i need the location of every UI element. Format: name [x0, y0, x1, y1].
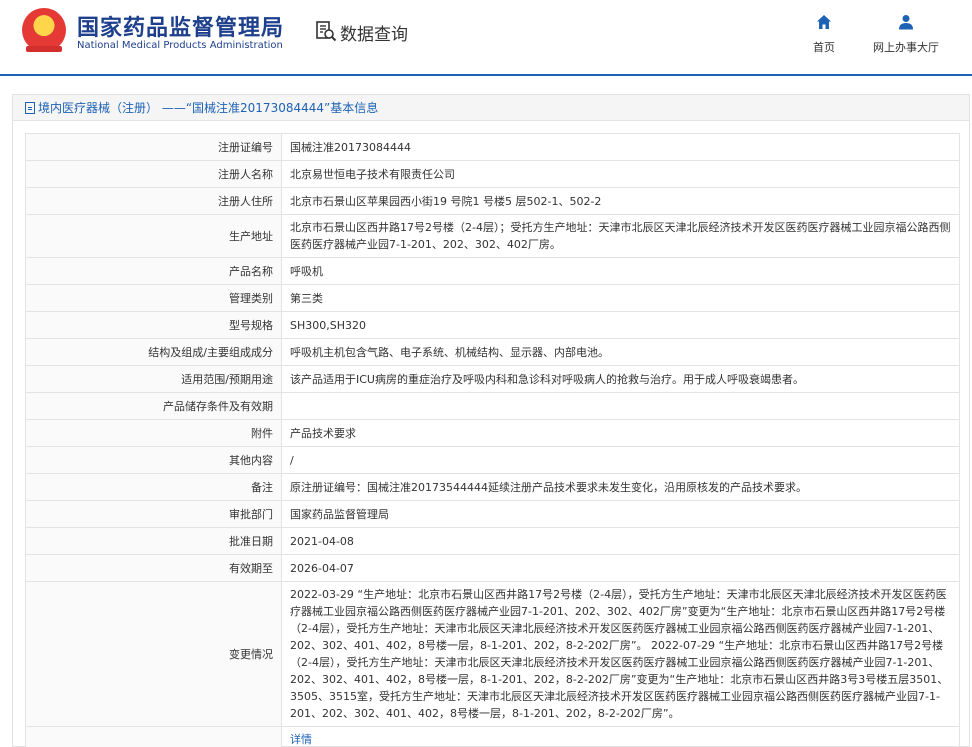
document-search-icon: [316, 21, 337, 42]
nav-home-label: 首页: [813, 41, 835, 54]
field-label: 结构及组成/主要组成成分: [25, 338, 282, 366]
home-icon: [817, 15, 831, 29]
field-label: 适用范围/预期用途: [25, 365, 282, 393]
table-row: 管理类别 第三类: [25, 284, 960, 312]
brand-name-cn[interactable]: 国家药品监督管理局: [77, 10, 284, 42]
field-value: 北京市石景山区西井路17号2号楼（2-4层）；受托方生产地址：天津市北辰区天津北…: [281, 214, 960, 258]
field-label: 注册人名称: [25, 160, 282, 188]
field-value: 原注册证编号：国械注准20173544444延续注册产品技术要求未发生变化，沿用…: [281, 473, 960, 501]
table-row: 适用范围/预期用途 该产品适用于ICU病房的重症治疗及呼吸内科和急诊科对呼吸病人的…: [25, 365, 960, 393]
field-label: 产品名称: [25, 257, 282, 285]
field-value: 北京易世恒电子技术有限责任公司: [281, 160, 960, 188]
field-label: 有效期至: [25, 554, 282, 582]
table-row: 型号规格 SH300,SH320: [25, 311, 960, 339]
table-row: 变更情况 2022-03-29 “生产地址：北京市石景山区西井路17号2号楼（2-…: [25, 581, 960, 727]
field-value: 北京市石景山区苹果园西小街19 号院1 号楼5 层502-1、502-2: [281, 187, 960, 215]
info-panel: 境内医疗器械（注册） ——“国械注准20173084444”基本信息 注册证编号…: [12, 94, 970, 747]
field-label: 管理类别: [25, 284, 282, 312]
table-row: 批准日期 2021-04-08: [25, 527, 960, 555]
field-label: 附件: [25, 419, 282, 447]
field-value: 2021-04-08: [281, 527, 960, 555]
nav-home-link[interactable]: 首页: [806, 14, 842, 55]
table-row: 结构及组成/主要组成成分 呼吸机主机包含气路、电子系统、机械结构、显示器、内部电池…: [25, 338, 960, 366]
field-label: 批准日期: [25, 527, 282, 555]
field-label: [25, 726, 282, 747]
table-row: 备注 原注册证编号：国械注准20173544444延续注册产品技术要求未发生变化，…: [25, 473, 960, 501]
site-header: ★ 国家药品监督管理局 National Medical Products Ad…: [0, 0, 972, 76]
table-row: 详情: [25, 726, 960, 747]
info-table: 注册证编号 国械注准20173084444 注册人名称 北京易世恒电子技术有限责任公…: [25, 133, 960, 747]
field-value: 国家药品监督管理局: [281, 500, 960, 528]
field-label: 注册证编号: [25, 133, 282, 161]
field-label: 生产地址: [25, 214, 282, 258]
brand-name-en[interactable]: National Medical Products Administration: [77, 40, 283, 51]
field-value: [281, 392, 960, 420]
field-value: 产品技术要求: [281, 419, 960, 447]
field-value: SH300,SH320: [281, 311, 960, 339]
field-value: 第三类: [281, 284, 960, 312]
table-row: 注册证编号 国械注准20173084444: [25, 133, 960, 161]
table-row: 产品名称 呼吸机: [25, 257, 960, 285]
star-icon: ★: [35, 12, 52, 33]
user-icon: [899, 15, 913, 30]
table-row: 注册人住所 北京市石景山区苹果园西小街19 号院1 号楼5 层502-1、502-…: [25, 187, 960, 215]
field-label: 审批部门: [25, 500, 282, 528]
field-label: 产品储存条件及有效期: [25, 392, 282, 420]
detail-link[interactable]: 详情: [290, 733, 312, 746]
page-title: 数据查询: [340, 25, 408, 45]
panel-header: 境内医疗器械（注册） ——“国械注准20173084444”基本信息: [13, 95, 969, 121]
field-label: 型号规格: [25, 311, 282, 339]
table-row: 有效期至 2026-04-07: [25, 554, 960, 582]
table-row: 产品储存条件及有效期: [25, 392, 960, 420]
table-row: 生产地址 北京市石景山区西井路17号2号楼（2-4层）；受托方生产地址：天津市北辰…: [25, 214, 960, 258]
table-row: 注册人名称 北京易世恒电子技术有限责任公司: [25, 160, 960, 188]
panel-title: 境内医疗器械（注册） ——“国械注准20173084444”基本信息: [38, 101, 379, 115]
field-value: /: [281, 446, 960, 474]
document-icon: [25, 101, 35, 114]
field-label: 备注: [25, 473, 282, 501]
nav-online-office-label: 网上办事大厅: [873, 41, 939, 54]
table-row: 附件 产品技术要求: [25, 419, 960, 447]
table-row: 审批部门 国家药品监督管理局: [25, 500, 960, 528]
nav-online-office-link[interactable]: 网上办事大厅: [866, 14, 946, 55]
field-value: 2026-04-07: [281, 554, 960, 582]
field-label: 变更情况: [25, 581, 282, 727]
emblem-base-icon: [26, 46, 62, 52]
field-value: 该产品适用于ICU病房的重症治疗及呼吸内科和急诊科对呼吸病人的抢救与治疗。用于成…: [281, 365, 960, 393]
field-value: 呼吸机主机包含气路、电子系统、机械结构、显示器、内部电池。: [281, 338, 960, 366]
field-label: 注册人住所: [25, 187, 282, 215]
field-value: 2022-03-29 “生产地址：北京市石景山区西井路17号2号楼（2-4层），…: [281, 581, 960, 727]
field-value: 国械注准20173084444: [281, 133, 960, 161]
table-row: 其他内容 /: [25, 446, 960, 474]
field-label: 其他内容: [25, 446, 282, 474]
field-value: 呼吸机: [281, 257, 960, 285]
